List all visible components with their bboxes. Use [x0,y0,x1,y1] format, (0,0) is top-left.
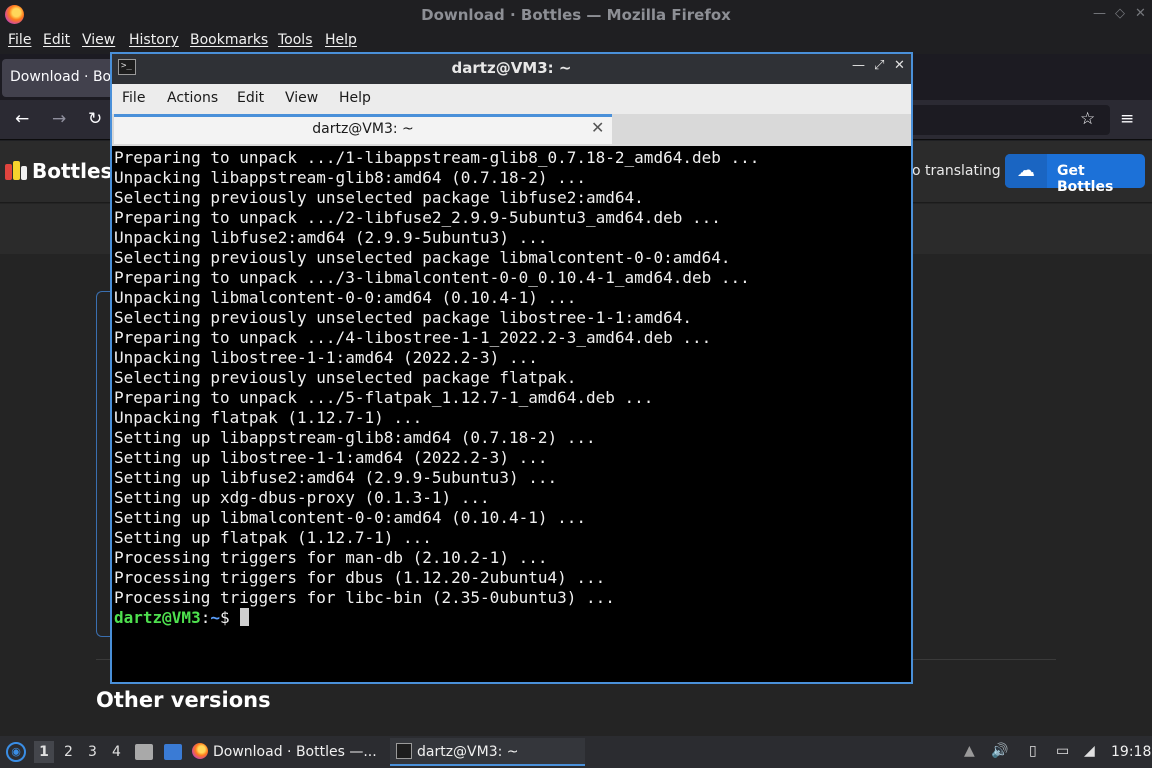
terminal-line: Setting up libappstream-glib8:amd64 (0.7… [114,428,596,447]
menu-help[interactable]: Help [325,32,357,48]
term-menu-help[interactable]: Help [339,90,371,106]
terminal-line: Processing triggers for libc-bin (2.35-0… [114,588,615,607]
prompt-line[interactable]: dartz@VM3:~$ [114,608,911,628]
tray-scroll-icon[interactable]: ▲ [964,743,975,759]
menu-tools[interactable]: Tools [278,32,313,48]
terminal-icon [396,743,412,759]
task-terminal[interactable]: dartz@VM3: ~ [390,738,585,766]
terminal-tab[interactable]: dartz@VM3: ~ ✕ [114,114,612,144]
task-firefox[interactable]: Download · Bottles —... [192,738,384,766]
get-bottles-button[interactable]: ☁ Get Bottles [1005,154,1145,195]
browser-tab[interactable]: Download · Bottles [2,59,120,97]
task-terminal-label: dartz@VM3: ~ [417,744,519,760]
terminal-line: Preparing to unpack .../3-libmalcontent-… [114,268,750,287]
close-icon[interactable]: ✕ [894,58,905,73]
workspace-4[interactable]: 4 [112,744,121,760]
terminal-line: Selecting previously unselected package … [114,368,577,387]
display-icon[interactable]: ▭ [1056,743,1069,759]
prompt-symbol: $ [219,608,230,627]
minimize-icon[interactable]: — [852,58,865,73]
terminal-line: Preparing to unpack .../4-libostree-1-1_… [114,328,712,347]
window-title: Download · Bottles — Mozilla Firefox [421,6,731,24]
terminal-menubar: File Actions Edit View Help [112,84,911,114]
bottles-logo-icon [5,161,27,180]
show-desktop-icon[interactable] [164,744,182,760]
terminal-line: Unpacking libappstream-glib8:amd64 (0.7.… [114,168,587,187]
back-icon[interactable]: ← [15,109,29,129]
terminal-line: Selecting previously unselected package … [114,308,692,327]
terminal-line: Setting up libfuse2:amd64 (2.9.9-5ubuntu… [114,468,558,487]
forward-icon[interactable]: → [52,109,66,129]
firefox-menubar: File Edit View History Bookmarks Tools H… [0,30,1152,54]
menu-hamburger-icon[interactable]: ≡ [1120,109,1134,129]
term-menu-edit[interactable]: Edit [237,90,264,106]
terminal-line: Preparing to unpack .../2-libfuse2_2.9.9… [114,208,721,227]
bookmark-star-icon[interactable]: ☆ [1080,109,1095,129]
terminal-titlebar[interactable]: >_ dartz@VM3: ~ — ⤢ ✕ [112,54,911,82]
terminal-line: Unpacking libmalcontent-0-0:amd64 (0.10.… [114,288,577,307]
firefox-icon [192,743,208,759]
reload-icon[interactable]: ↻ [88,109,102,129]
term-menu-actions[interactable]: Actions [167,90,218,106]
terminal-line: Unpacking libostree-1-1:amd64 (2022.2-3)… [114,348,538,367]
terminal-tabbar: dartz@VM3: ~ ✕ [112,114,911,146]
firefox-titlebar: Download · Bottles — Mozilla Firefox — ◇… [0,0,1152,30]
terminal-line: Unpacking flatpak (1.12.7-1) ... [114,408,423,427]
volume-icon[interactable]: 🔊 [991,743,1008,759]
workspace-1[interactable]: 1 [34,741,54,763]
terminal-output[interactable]: Preparing to unpack .../1-libappstream-g… [112,146,911,682]
brand-name[interactable]: Bottles [32,159,112,183]
term-menu-file[interactable]: File [122,90,145,106]
prompt-user-host: dartz@VM3 [114,608,201,627]
workspace-3[interactable]: 3 [88,744,97,760]
network-icon[interactable]: ◢ [1084,743,1095,759]
file-manager-icon[interactable] [135,744,153,760]
terminal-window[interactable]: >_ dartz@VM3: ~ — ⤢ ✕ File Actions Edit … [110,52,913,684]
task-firefox-label: Download · Bottles —... [213,744,377,760]
terminal-line: Selecting previously unselected package … [114,188,644,207]
other-versions-heading: Other versions [96,688,271,712]
prompt-separator: : [200,608,211,627]
terminal-line: Preparing to unpack .../5-flatpak_1.12.7… [114,388,654,407]
terminal-line: Processing triggers for man-db (2.10.2-1… [114,548,548,567]
menu-bookmarks[interactable]: Bookmarks [190,32,268,48]
clock[interactable]: 19:18 [1111,744,1151,760]
terminal-line: Processing triggers for dbus (1.12.20-2u… [114,568,606,587]
close-icon[interactable]: ✕ [1135,6,1146,21]
url-bar[interactable]: ☆ [900,105,1110,135]
term-menu-view[interactable]: View [285,90,318,106]
tab-close-icon[interactable]: ✕ [591,118,604,137]
terminal-tab-label: dartz@VM3: ~ [312,121,414,137]
terminal-line: Preparing to unpack .../1-libappstream-g… [114,148,760,167]
menu-edit[interactable]: Edit [43,32,70,48]
terminal-line: Setting up libostree-1-1:amd64 (2022.2-3… [114,448,548,467]
terminal-title: dartz@VM3: ~ [451,59,572,77]
help-translating-link[interactable]: o translating [912,163,1001,179]
get-bottles-label: Get Bottles [1057,163,1114,195]
maximize-icon[interactable]: ⤢ [874,58,884,73]
terminal-line: Setting up xdg-dbus-proxy (0.1.3-1) ... [114,488,490,507]
menu-view[interactable]: View [82,32,115,48]
workspace-2[interactable]: 2 [64,744,73,760]
terminal-line: Setting up flatpak (1.12.7-1) ... [114,528,432,547]
terminal-line: Unpacking libfuse2:amd64 (2.9.9-5ubuntu3… [114,228,548,247]
start-menu-icon[interactable]: ◉ [6,742,26,762]
terminal-line: Setting up libmalcontent-0-0:amd64 (0.10… [114,508,587,527]
menu-file[interactable]: File [8,32,31,48]
terminal-lines: Preparing to unpack .../1-libappstream-g… [114,148,911,608]
cloud-download-icon: ☁ [1005,154,1047,188]
minimize-icon[interactable]: — [1093,6,1106,21]
taskbar: ◉ 1 2 3 4 Download · Bottles —... dartz@… [0,736,1152,768]
restore-icon[interactable]: ◇ [1115,6,1125,21]
text-cursor [239,608,249,626]
prompt-dir: ~ [210,608,220,627]
clipboard-icon[interactable]: ▯ [1029,743,1037,759]
terminal-line: Selecting previously unselected package … [114,248,731,267]
menu-history[interactable]: History [129,32,179,48]
